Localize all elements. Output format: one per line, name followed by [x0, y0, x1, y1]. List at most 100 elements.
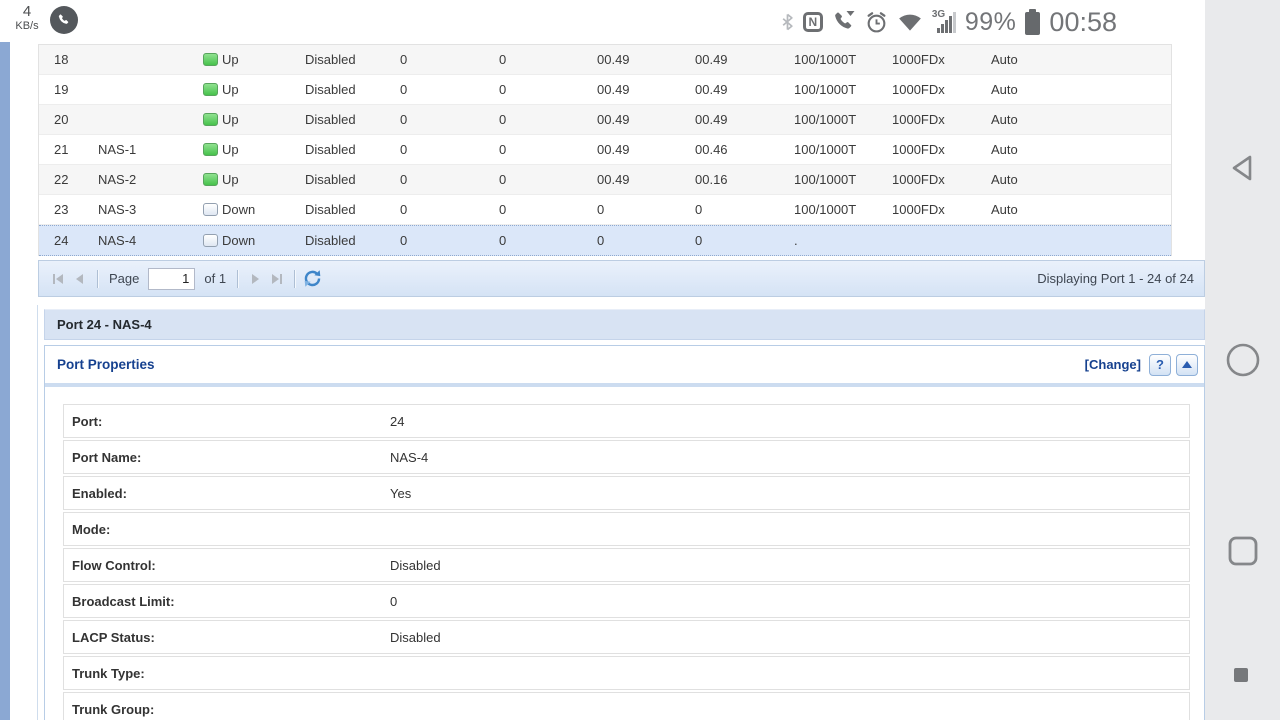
grid-cell: Up [201, 82, 297, 97]
call-forward-icon [832, 10, 856, 34]
property-label: Flow Control: [64, 558, 390, 573]
status-down-icon [203, 234, 218, 247]
next-page-button[interactable] [244, 268, 266, 290]
page-label: Page [109, 271, 139, 286]
grid-cell: 00.49 [689, 112, 788, 127]
grid-row[interactable]: 24NAS-4DownDisabled0000. [39, 225, 1171, 256]
grid-row[interactable]: 20UpDisabled0000.4900.49100/1000T1000FDx… [39, 105, 1171, 135]
grid-row[interactable]: 22NAS-2UpDisabled0000.4900.16100/1000T10… [39, 165, 1171, 195]
properties-list: Port:24Port Name:NAS-4Enabled:YesMode:Fl… [63, 404, 1190, 720]
collapse-button[interactable] [1176, 354, 1198, 376]
property-value: 24 [390, 414, 404, 429]
grid-body: 18UpDisabled0000.4900.49100/1000T1000FDx… [38, 44, 1172, 256]
bluetooth-icon [781, 13, 794, 31]
detail-header-title: Port 24 - NAS-4 [57, 317, 152, 332]
ports-grid: 18UpDisabled0000.4900.49100/1000T1000FDx… [38, 44, 1205, 297]
grid-cell: Down [201, 202, 297, 217]
panel-header: Port Properties [Change] ? [45, 346, 1204, 387]
status-up-icon [203, 173, 218, 186]
back-button[interactable] [1225, 150, 1261, 186]
first-page-button[interactable] [47, 268, 69, 290]
grid-cell: NAS-3 [96, 202, 201, 217]
grid-cell: 100/1000T [788, 52, 886, 67]
grid-cell: 0 [394, 172, 493, 187]
nav-hide-handle[interactable] [1234, 668, 1248, 682]
property-row: Flow Control:Disabled [63, 548, 1190, 582]
grid-cell: 0 [493, 82, 591, 97]
detail-header-bar: Port 24 - NAS-4 [44, 309, 1205, 340]
grid-cell: 0 [493, 52, 591, 67]
page-number-input[interactable] [148, 268, 195, 290]
signal-bars [937, 12, 956, 33]
grid-cell: 22 [39, 172, 96, 187]
grid-row[interactable]: 21NAS-1UpDisabled0000.4900.46100/1000T10… [39, 135, 1171, 165]
refresh-button[interactable] [301, 268, 323, 290]
grid-cell: 0 [493, 233, 591, 248]
grid-cell: 100/1000T [788, 82, 886, 97]
panel-header-tools: [Change] ? [1085, 354, 1198, 376]
grid-cell: Auto [985, 112, 1171, 127]
status-bar: 4 KB/s N 3G 99% [0, 0, 1205, 44]
grid-cell: Auto [985, 142, 1171, 157]
home-button[interactable] [1225, 342, 1261, 378]
grid-cell: NAS-4 [96, 233, 201, 248]
phone-icon [50, 6, 78, 34]
battery-icon [1025, 12, 1040, 35]
grid-cell: 0 [394, 52, 493, 67]
grid-row[interactable]: 23NAS-3DownDisabled0000100/1000T1000FDxA… [39, 195, 1171, 225]
grid-cell: 0 [493, 112, 591, 127]
network-speed-unit: KB/s [10, 20, 44, 32]
grid-cell: 1000FDx [886, 172, 985, 187]
status-text: Up [222, 142, 239, 157]
grid-cell: 00.49 [591, 52, 689, 67]
grid-cell: 100/1000T [788, 202, 886, 217]
change-link[interactable]: [Change] [1085, 357, 1141, 372]
grid-cell: Up [201, 172, 297, 187]
prev-page-button[interactable] [69, 268, 91, 290]
grid-cell: 00.49 [591, 172, 689, 187]
grid-row[interactable]: 18UpDisabled0000.4900.49100/1000T1000FDx… [39, 45, 1171, 75]
property-label: Mode: [64, 522, 390, 537]
grid-cell: 00.49 [591, 112, 689, 127]
grid-cell: 0 [493, 202, 591, 217]
property-row: Trunk Group: [63, 692, 1190, 720]
grid-cell: 1000FDx [886, 52, 985, 67]
help-icon: ? [1156, 357, 1164, 372]
grid-cell: 00.49 [591, 82, 689, 97]
toolbar-separator [294, 270, 295, 288]
grid-cell: Down [201, 233, 297, 248]
property-label: Trunk Type: [64, 666, 390, 681]
help-button[interactable]: ? [1149, 354, 1171, 376]
property-label: Port: [64, 414, 390, 429]
displaying-status: Displaying Port 1 - 24 of 24 [1037, 271, 1194, 286]
status-text: Down [222, 202, 255, 217]
grid-cell: 0 [394, 202, 493, 217]
network-speed: 4 KB/s [10, 4, 44, 32]
grid-cell: Up [201, 52, 297, 67]
status-up-icon [203, 83, 218, 96]
grid-cell: 20 [39, 112, 96, 127]
grid-cell: 0 [394, 233, 493, 248]
grid-cell: 0 [493, 172, 591, 187]
grid-cell: Auto [985, 172, 1171, 187]
property-value: 0 [390, 594, 397, 609]
grid-row[interactable]: 19UpDisabled0000.4900.49100/1000T1000FDx… [39, 75, 1171, 105]
grid-cell: Disabled [297, 202, 394, 217]
recents-button[interactable] [1227, 535, 1259, 567]
page-left-strip [0, 42, 10, 720]
grid-cell: Disabled [297, 233, 394, 248]
grid-cell: 24 [39, 233, 96, 248]
last-page-button[interactable] [266, 268, 288, 290]
property-value: Disabled [390, 558, 441, 573]
grid-cell: 100/1000T [788, 172, 886, 187]
status-up-icon [203, 113, 218, 126]
grid-cell: 100/1000T [788, 142, 886, 157]
grid-cell: 1000FDx [886, 82, 985, 97]
port-properties-panel: Port Properties [Change] ? Port:24 Port N… [44, 345, 1205, 720]
property-label: Port Name: [64, 450, 390, 465]
grid-cell: 0 [394, 112, 493, 127]
grid-cell: Auto [985, 52, 1171, 67]
property-row: Enabled:Yes [63, 476, 1190, 510]
grid-cell: 0 [394, 82, 493, 97]
status-text: Down [222, 233, 255, 248]
